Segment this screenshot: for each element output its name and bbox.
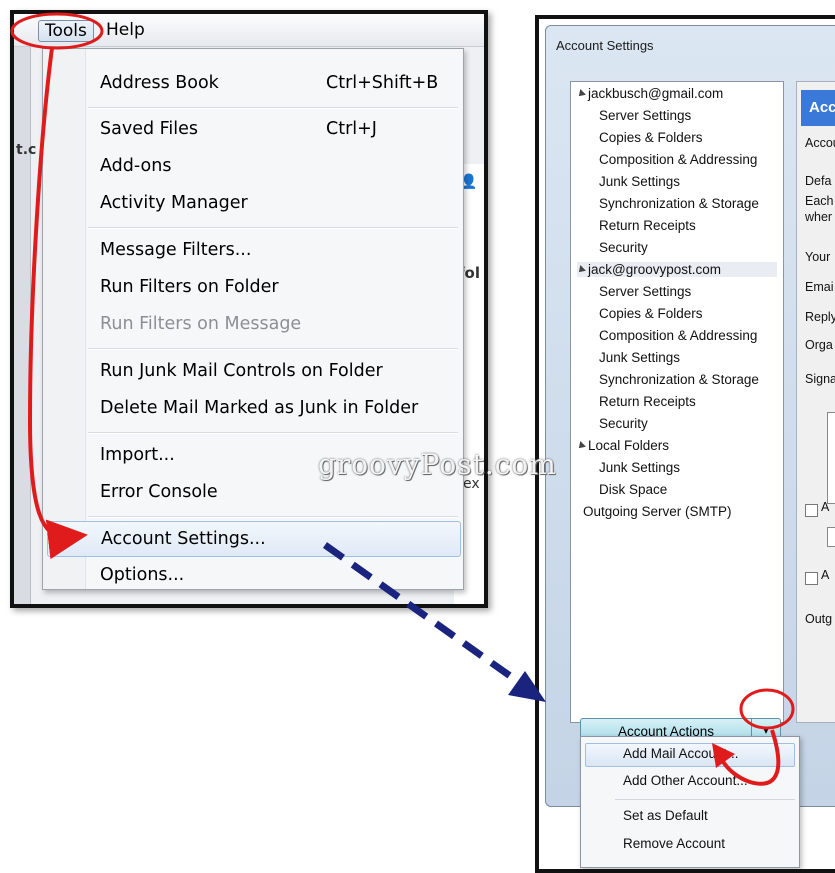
tree-item-sync-storage[interactable]: Synchronization & Storage xyxy=(599,196,759,211)
outgoing-server-label: Outg xyxy=(805,612,833,626)
menu-item-add-mail-account[interactable]: Add Mail Account... xyxy=(623,746,739,761)
menu-item-address-book[interactable]: Address Book Ctrl+Shift+B xyxy=(88,67,458,99)
menu-item-remove-account[interactable]: Remove Account xyxy=(623,836,725,851)
account-header: Acc xyxy=(801,90,835,126)
tree-item-composition-addressing[interactable]: Composition & Addressing xyxy=(599,152,757,167)
tools-menu-screenshot: Tools Help t.c 👤 fol ex Address Book Ctrl… xyxy=(10,10,488,608)
tree-item-copies-folders[interactable]: Copies & Folders xyxy=(599,306,703,321)
menu-item-saved-files[interactable]: Saved Files Ctrl+J xyxy=(88,113,458,145)
your-name-label: Your xyxy=(805,250,831,264)
menu-item-delete-junk-mail[interactable]: Delete Mail Marked as Junk in Folder xyxy=(88,392,458,424)
background-sidebar xyxy=(14,47,31,604)
attach-signature-checkbox[interactable] xyxy=(805,504,818,517)
account-settings-window: Account Settings jackbusch@gmail.com Ser… xyxy=(545,25,835,868)
tree-item-security[interactable]: Security xyxy=(599,240,648,255)
tree-item-security[interactable]: Security xyxy=(599,416,648,431)
tree-account-jackbusch[interactable]: jackbusch@gmail.com xyxy=(576,86,723,101)
account-settings-screenshot: Account Settings jackbusch@gmail.com Ser… xyxy=(535,15,835,873)
default-identity-label: Defa xyxy=(805,174,832,188)
tree-item-server-settings[interactable]: Server Settings xyxy=(599,284,691,299)
menu-separator xyxy=(88,348,458,350)
signature-textarea[interactable] xyxy=(827,412,835,504)
signature-file-input[interactable] xyxy=(827,527,835,547)
menu-item-activity-manager[interactable]: Activity Manager xyxy=(88,187,458,219)
menu-separator xyxy=(615,799,795,800)
menu-item-run-filters-on-folder[interactable]: Run Filters on Folder xyxy=(88,271,458,303)
tree-item-return-receipts[interactable]: Return Receipts xyxy=(599,394,696,409)
attach-vcard-label: A xyxy=(821,568,830,582)
signature-label: Signa xyxy=(805,372,835,386)
tree-item-junk-settings[interactable]: Junk Settings xyxy=(599,350,680,365)
tree-item-junk-settings[interactable]: Junk Settings xyxy=(599,174,680,189)
tree-item-copies-folders[interactable]: Copies & Folders xyxy=(599,130,703,145)
organization-label: Orga xyxy=(805,338,833,352)
account-name-label: Accou xyxy=(805,136,835,150)
background-text-fragment: t.c xyxy=(16,142,37,158)
watermark: groovyPost.com xyxy=(318,448,557,481)
menu-item-run-junk-mail-controls[interactable]: Run Junk Mail Controls on Folder xyxy=(88,355,458,387)
menu-item-message-filters[interactable]: Message Filters... xyxy=(88,234,458,266)
tree-account-local-folders[interactable]: Local Folders xyxy=(576,438,669,453)
account-tree: jackbusch@gmail.com Server Settings Copi… xyxy=(570,81,784,723)
attach-signature-label: A xyxy=(821,500,830,514)
menu-item-add-other-account[interactable]: Add Other Account... xyxy=(623,773,748,788)
tools-dropdown-menu: Address Book Ctrl+Shift+B Saved Files Ctrl… xyxy=(42,48,464,590)
tree-item-return-receipts[interactable]: Return Receipts xyxy=(599,218,696,233)
menu-icon-gutter xyxy=(43,49,86,589)
tree-item-composition-addressing[interactable]: Composition & Addressing xyxy=(599,328,757,343)
tree-item-junk-settings[interactable]: Junk Settings xyxy=(599,460,680,475)
attach-vcard-checkbox[interactable] xyxy=(805,572,818,585)
tree-item-sync-storage[interactable]: Synchronization & Storage xyxy=(599,372,759,387)
menu-bar: Tools Help xyxy=(14,14,484,47)
tree-item-server-settings[interactable]: Server Settings xyxy=(599,108,691,123)
email-label: Emai xyxy=(805,280,834,294)
menu-separator xyxy=(88,107,458,109)
identity-description-line: wher xyxy=(805,210,833,224)
menu-item-add-ons[interactable]: Add-ons xyxy=(88,150,458,182)
tree-account-groovypost[interactable]: jack@groovypost.com xyxy=(576,262,777,277)
window-title: Account Settings xyxy=(556,38,654,53)
menu-separator xyxy=(88,516,458,518)
menu-item-run-filters-on-message: Run Filters on Message xyxy=(100,314,302,334)
tree-item-disk-space[interactable]: Disk Space xyxy=(599,482,667,497)
account-actions-menu: Add Mail Account... Add Other Account...… xyxy=(580,736,800,868)
menu-tools[interactable]: Tools xyxy=(38,20,94,42)
account-content-panel: Acc Accou Defa Each wher Your Emai Reply… xyxy=(796,81,835,723)
menu-item-options[interactable]: Options... xyxy=(88,559,458,591)
menu-help[interactable]: Help xyxy=(106,20,145,40)
menu-item-set-as-default[interactable]: Set as Default xyxy=(623,808,708,823)
menu-item-account-settings[interactable]: Account Settings... xyxy=(47,521,461,557)
menu-separator xyxy=(88,227,458,229)
identity-description-line: Each xyxy=(805,194,834,208)
tree-item-outgoing-server[interactable]: Outgoing Server (SMTP) xyxy=(583,504,732,519)
menu-separator xyxy=(88,432,458,434)
reply-to-label: Reply xyxy=(805,310,835,324)
